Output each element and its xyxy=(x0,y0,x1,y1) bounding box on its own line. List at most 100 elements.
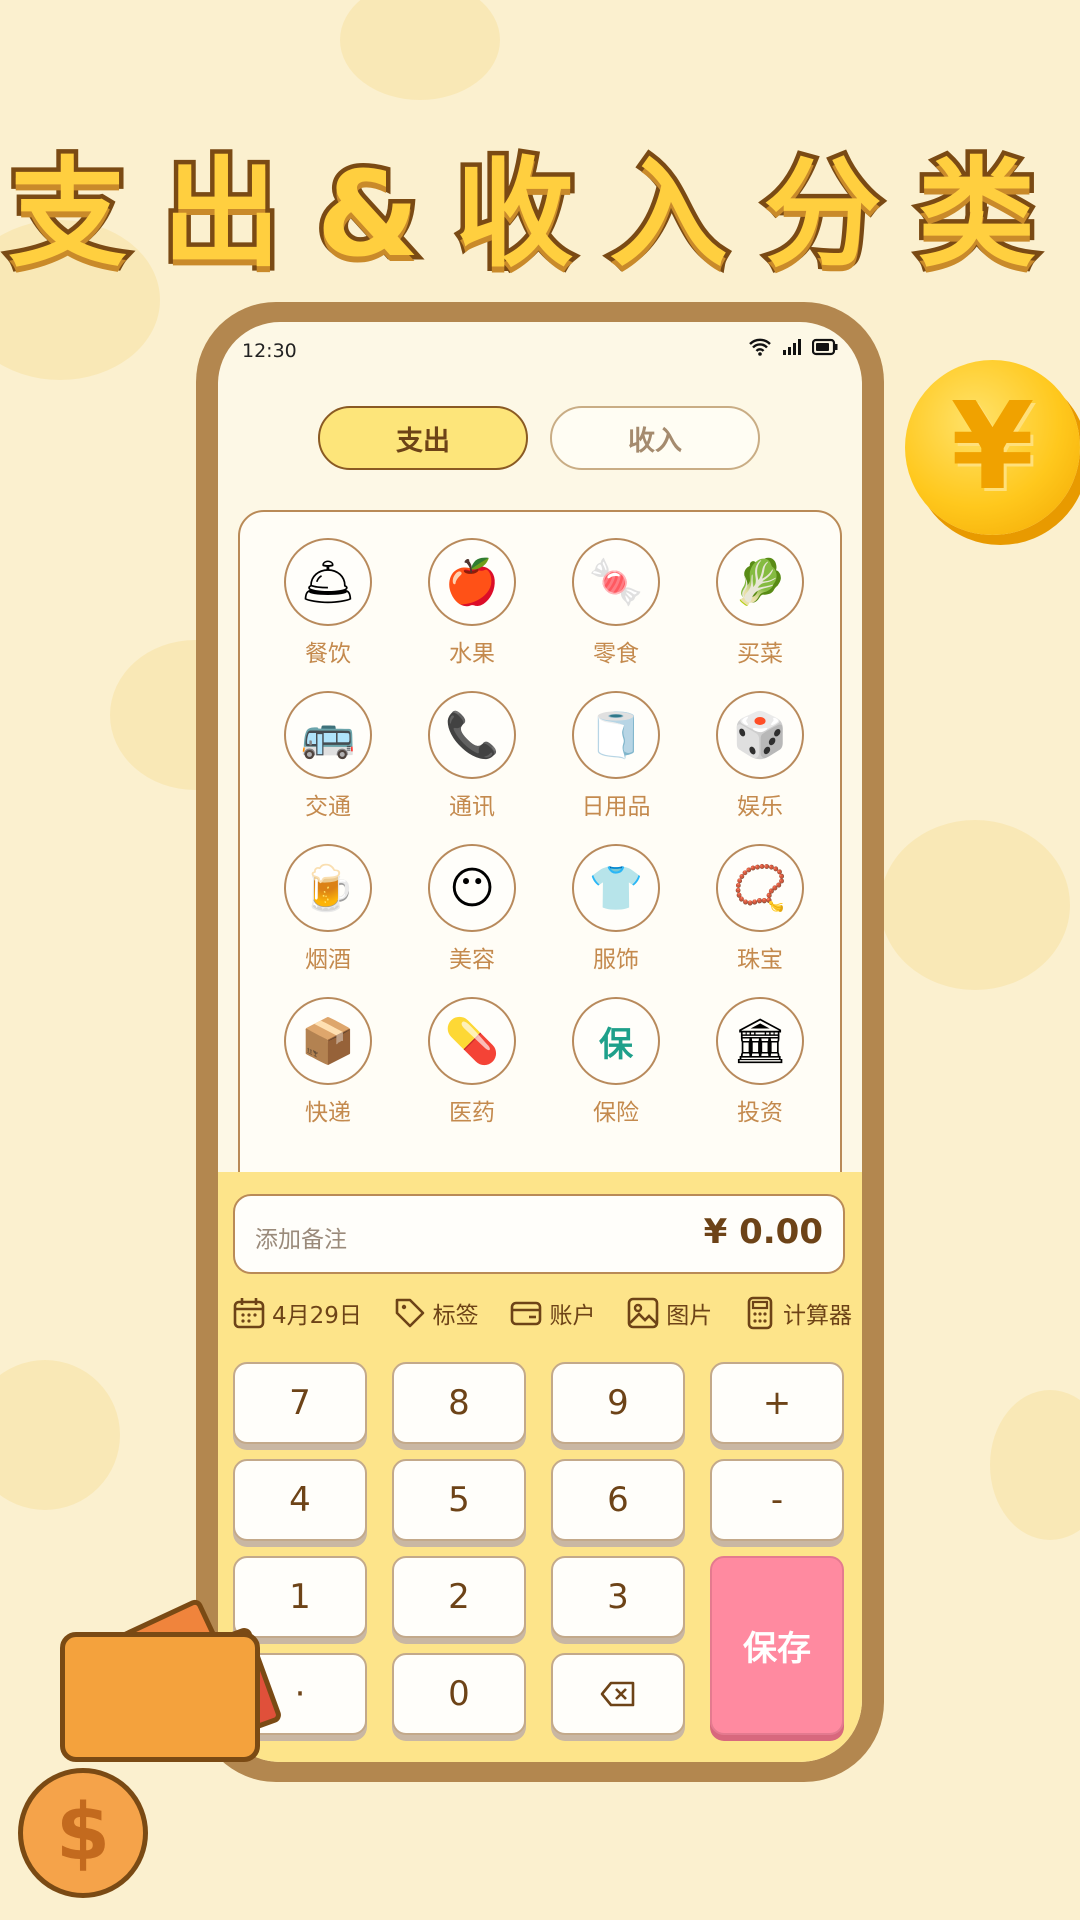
number-keypad: 7 8 9 + 4 5 6 - 1 2 3 保存 · 0 xyxy=(233,1362,847,1742)
date-picker-button[interactable]: 4月29日 xyxy=(232,1296,362,1330)
tag-button[interactable]: 标签 xyxy=(393,1296,479,1330)
food-dome-icon: 🛎 xyxy=(284,538,372,626)
dollar-coin-icon: $ xyxy=(18,1768,148,1898)
key-3[interactable]: 3 xyxy=(551,1556,685,1638)
promo-headline: 支出&收入分类 xyxy=(4,141,1072,288)
account-button[interactable]: 账户 xyxy=(509,1296,595,1330)
key-0[interactable]: 0 xyxy=(392,1653,526,1735)
battery-icon xyxy=(812,338,838,356)
category-label: 美容 xyxy=(449,947,495,973)
category-item[interactable]: 📞 通讯 xyxy=(400,691,544,821)
apple-icon: 🍎 xyxy=(428,538,516,626)
category-label: 日用品 xyxy=(581,794,651,820)
key-4[interactable]: 4 xyxy=(233,1459,367,1541)
key-9[interactable]: 9 xyxy=(551,1362,685,1444)
date-label: 4月29日 xyxy=(272,1303,362,1329)
category-item[interactable]: 🛎 餐饮 xyxy=(256,538,400,668)
category-grid: 🛎 餐饮 🍎 水果 🍬 零食 🥬 买菜 🚌 交通 📞 通讯 🧻 日用品 🎲 娱乐 🍺 烟酒 😶 美容 👕 服饰 📿 珠宝 📦 快递… xyxy=(238,510,842,1210)
category-label: 餐饮 xyxy=(305,641,351,667)
necklace-icon: 📿 xyxy=(716,844,804,932)
image-label: 图片 xyxy=(666,1303,713,1329)
tag-label: 标签 xyxy=(432,1303,479,1329)
category-item[interactable]: 🍺 烟酒 xyxy=(256,844,400,974)
cabbage-icon: 🥬 xyxy=(716,538,804,626)
key-1[interactable]: 1 xyxy=(233,1556,367,1638)
yuan-icon: ¥ xyxy=(950,378,1035,517)
account-label: 账户 xyxy=(549,1303,596,1329)
category-label: 保险 xyxy=(593,1100,639,1126)
category-item[interactable]: 🎲 娱乐 xyxy=(688,691,832,821)
type-tabs: 支出 收入 xyxy=(318,406,760,470)
bg-blob xyxy=(880,820,1070,990)
bus-icon: 🚌 xyxy=(284,691,372,779)
tag-icon xyxy=(395,1298,424,1328)
category-label: 买菜 xyxy=(737,641,783,667)
category-item[interactable]: 🍎 水果 xyxy=(400,538,544,668)
key-plus[interactable]: + xyxy=(710,1362,844,1444)
bg-blob xyxy=(340,0,500,100)
image-icon xyxy=(627,1297,659,1329)
category-item[interactable]: 🚌 交通 xyxy=(256,691,400,821)
category-label: 烟酒 xyxy=(305,947,351,973)
backspace-button[interactable] xyxy=(551,1653,685,1735)
key-5[interactable]: 5 xyxy=(392,1459,526,1541)
category-item[interactable]: 📿 珠宝 xyxy=(688,844,832,974)
amount-display: ¥ 0.00 xyxy=(703,1212,823,1252)
category-item[interactable]: 👕 服饰 xyxy=(544,844,688,974)
note-placeholder: 添加备注 xyxy=(255,1227,347,1253)
category-label: 娱乐 xyxy=(737,794,783,820)
category-item[interactable]: 🏛 投资 xyxy=(688,997,832,1127)
key-8[interactable]: 8 xyxy=(392,1362,526,1444)
insurance-shield-icon: 保 xyxy=(572,997,660,1085)
signal-icon xyxy=(783,339,801,355)
category-item[interactable]: 💊 医药 xyxy=(400,997,544,1127)
category-label: 投资 xyxy=(737,1100,783,1126)
note-input[interactable]: 添加备注 ¥ 0.00 xyxy=(233,1194,845,1274)
category-item[interactable]: 🥬 买菜 xyxy=(688,538,832,668)
category-item[interactable]: 📦 快递 xyxy=(256,997,400,1127)
category-item[interactable]: 🧻 日用品 xyxy=(544,691,688,821)
key-6[interactable]: 6 xyxy=(551,1459,685,1541)
category-label: 医药 xyxy=(449,1100,495,1126)
key-7[interactable]: 7 xyxy=(233,1362,367,1444)
key-minus[interactable]: - xyxy=(710,1459,844,1541)
tab-income[interactable]: 收入 xyxy=(550,406,760,470)
beer-icon: 🍺 xyxy=(284,844,372,932)
wallet-card-icon xyxy=(511,1301,542,1326)
backspace-icon xyxy=(600,1681,635,1707)
category-label: 快递 xyxy=(305,1100,351,1126)
snack-icon: 🍬 xyxy=(572,538,660,626)
calculator-label: 计算器 xyxy=(782,1303,852,1329)
pill-icon: 💊 xyxy=(428,997,516,1085)
category-item[interactable]: 🍬 零食 xyxy=(544,538,688,668)
category-label: 水果 xyxy=(449,641,495,667)
category-label: 交通 xyxy=(305,794,351,820)
yuan-coin-decoration: ¥ xyxy=(905,360,1080,535)
calculator-button[interactable]: 计算器 xyxy=(743,1296,852,1330)
calculator-icon xyxy=(747,1296,773,1330)
category-label: 服饰 xyxy=(593,947,639,973)
phone-screen: 12:30 支出 收入 🛎 餐饮 🍎 水果 🍬 零食 🥬 买菜 🚌 交通 📞 通讯 🧻 日用品 🎲 娱乐 🍺 烟酒… xyxy=(218,322,862,1762)
calendar-icon xyxy=(233,1298,265,1329)
entertainment-icon: 🎲 xyxy=(716,691,804,779)
category-item[interactable]: 保保险 xyxy=(544,997,688,1127)
tshirt-icon: 👕 xyxy=(572,844,660,932)
bank-icon: 🏛 xyxy=(716,997,804,1085)
entry-toolbar: 4月29日 标签 账户 图片 计算器 xyxy=(232,1296,852,1330)
package-icon: 📦 xyxy=(284,997,372,1085)
category-label: 通讯 xyxy=(449,794,495,820)
wallet-icon xyxy=(60,1632,260,1762)
bg-blob xyxy=(0,1360,120,1510)
image-button[interactable]: 图片 xyxy=(626,1296,712,1330)
save-button[interactable]: 保存 xyxy=(710,1556,844,1735)
wifi-icon xyxy=(749,338,771,356)
status-icons xyxy=(748,338,838,356)
category-item[interactable]: 😶 美容 xyxy=(400,844,544,974)
tab-expense[interactable]: 支出 xyxy=(318,406,528,470)
category-label: 珠宝 xyxy=(737,947,783,973)
tissue-roll-icon: 🧻 xyxy=(572,691,660,779)
category-label: 零食 xyxy=(593,641,639,667)
key-2[interactable]: 2 xyxy=(392,1556,526,1638)
bg-blob xyxy=(990,1390,1080,1540)
phone-icon: 📞 xyxy=(428,691,516,779)
